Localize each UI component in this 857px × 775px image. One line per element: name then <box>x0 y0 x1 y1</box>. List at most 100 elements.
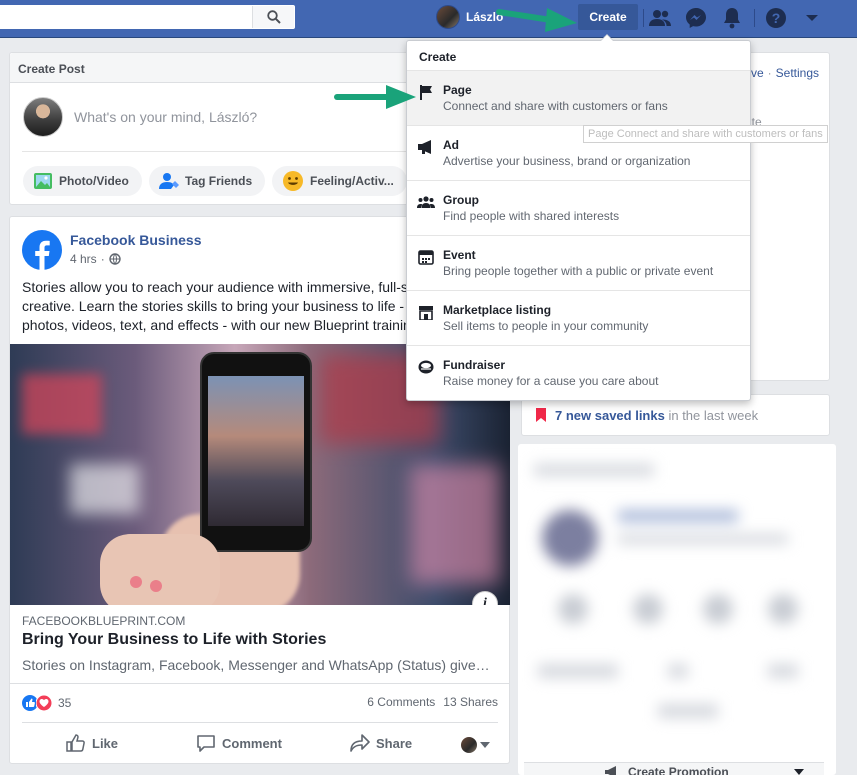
messenger-icon[interactable] <box>684 6 708 30</box>
search-button[interactable] <box>252 6 294 28</box>
info-icon[interactable]: i <box>472 591 498 605</box>
search-box[interactable] <box>0 5 295 29</box>
comment-icon <box>197 735 215 752</box>
share-button[interactable]: Share <box>350 734 412 752</box>
link-title[interactable]: Bring Your Business to Life with Stories <box>22 631 326 649</box>
image-blur-shape <box>150 580 162 592</box>
item-title: Group <box>443 193 479 207</box>
megaphone-icon <box>605 765 616 775</box>
love-reaction-icon <box>36 695 52 711</box>
create-dropdown-menu: Create Page Connect and share with custo… <box>406 34 751 401</box>
chevron-down-icon <box>480 742 490 748</box>
comment-label: Comment <box>222 735 282 751</box>
saved-links-text: 7 new saved links in the last week <box>555 408 758 423</box>
create-marketplace-listing-item[interactable]: Marketplace listing Sell items to people… <box>407 291 750 346</box>
annotation-arrow-create <box>496 8 577 32</box>
create-button[interactable]: Create <box>578 4 638 30</box>
top-navigation-bar: László Create ? <box>0 0 857 38</box>
item-title: Fundraiser <box>443 358 506 372</box>
create-event-item[interactable]: Event Bring people together with a publi… <box>407 236 750 291</box>
status-input[interactable]: What's on your mind, László? <box>74 109 257 125</box>
comment-button[interactable]: Comment <box>196 734 282 752</box>
avatar <box>436 5 460 29</box>
settings-link[interactable]: Settings <box>776 66 819 80</box>
card-header-links: ve · Settings <box>751 66 819 80</box>
annotation-arrow-page <box>334 85 416 109</box>
chip-label: Photo/Video <box>59 174 129 188</box>
thumbs-up-icon <box>66 734 85 752</box>
separator-dot: · <box>767 66 772 80</box>
share-label: Share <box>376 735 413 751</box>
blur-bar <box>618 510 738 522</box>
item-description: Advertise your business, brand or organi… <box>443 154 691 168</box>
chevron-down-icon[interactable] <box>794 768 804 775</box>
shares-count[interactable]: 13 Shares <box>443 695 498 709</box>
dropdown-header: Create <box>407 41 750 71</box>
item-title: Page <box>443 83 472 97</box>
tag-friends-icon <box>159 173 179 189</box>
feeling-activity-button[interactable]: Feeling/Activ... <box>272 166 407 196</box>
blurred-sidebar-panel: Create Promotion <box>518 444 836 775</box>
blurred-content <box>528 454 826 765</box>
item-description: Raise money for a cause you care about <box>443 374 659 388</box>
divider <box>643 9 644 27</box>
item-title: Event <box>443 248 476 262</box>
like-label: Like <box>92 735 119 751</box>
photo-icon <box>34 173 52 189</box>
blur-bar <box>768 664 798 678</box>
item-description: Find people with shared interests <box>443 209 620 223</box>
blur-circle <box>633 594 663 624</box>
help-icon[interactable]: ? <box>764 6 788 30</box>
create-promotion-label: Create Promotion <box>628 764 729 775</box>
facebook-logo-icon[interactable] <box>22 230 62 270</box>
reactions-summary[interactable]: 35 <box>22 695 71 711</box>
saved-links-suffix: in the last week <box>668 408 759 423</box>
item-title: Marketplace listing <box>443 303 552 317</box>
image-blur-shape <box>100 534 220 605</box>
saved-links-count[interactable]: 7 new saved links <box>555 408 665 423</box>
post-as-selector[interactable] <box>461 737 490 753</box>
flag-icon <box>417 84 435 100</box>
engagement-counts: 6 Comments 13 Shares <box>367 695 498 709</box>
comments-count[interactable]: 6 Comments <box>367 695 435 709</box>
create-promotion-bar[interactable]: Create Promotion <box>524 762 824 775</box>
globe-icon <box>108 253 121 265</box>
like-button[interactable]: Like <box>66 734 118 752</box>
item-description: Sell items to people in your community <box>443 319 649 333</box>
create-group-item[interactable]: Group Find people with shared interests <box>407 181 750 236</box>
blur-circle <box>558 594 588 624</box>
blur-bar <box>658 704 718 718</box>
post-time[interactable]: 4 hrs <box>70 252 97 266</box>
blur-circle <box>703 594 733 624</box>
image-blur-shape <box>22 374 102 434</box>
friends-icon[interactable] <box>648 6 672 30</box>
create-fundraiser-item[interactable]: Fundraiser Raise money for a cause you c… <box>407 346 750 401</box>
bookmark-icon <box>536 408 546 422</box>
chip-label: Tag Friends <box>185 174 253 188</box>
phone-screen <box>208 376 304 526</box>
item-description: Connect and share with customers or fans <box>443 99 668 113</box>
link-domain: FACEBOOKBLUEPRINT.COM <box>22 614 186 628</box>
blur-bar <box>534 464 654 476</box>
create-page-item[interactable]: Page Connect and share with customers or… <box>407 71 750 126</box>
image-blur-shape <box>130 576 142 588</box>
blur-bar <box>538 664 618 678</box>
post-meta: 4 hrs · <box>70 252 121 266</box>
feeling-icon <box>283 171 303 191</box>
blur-circle <box>768 594 798 624</box>
phone-in-image <box>200 352 312 552</box>
notifications-icon[interactable] <box>720 6 744 30</box>
fundraiser-icon <box>417 359 435 375</box>
page-item-tooltip: Page Connect and share with customers or… <box>583 125 828 143</box>
photo-video-button[interactable]: Photo/Video <box>23 166 142 196</box>
divider <box>754 9 755 27</box>
tag-friends-button[interactable]: Tag Friends <box>149 166 265 196</box>
divider <box>22 722 498 723</box>
profile-link[interactable]: László <box>436 5 503 29</box>
page-name-link[interactable]: Facebook Business <box>70 232 202 248</box>
blur-bar <box>618 534 788 544</box>
see-all-link[interactable]: ve <box>751 66 764 80</box>
image-blur-shape <box>70 464 140 514</box>
separator-dot: · <box>100 252 105 266</box>
account-menu-icon[interactable] <box>800 6 824 30</box>
